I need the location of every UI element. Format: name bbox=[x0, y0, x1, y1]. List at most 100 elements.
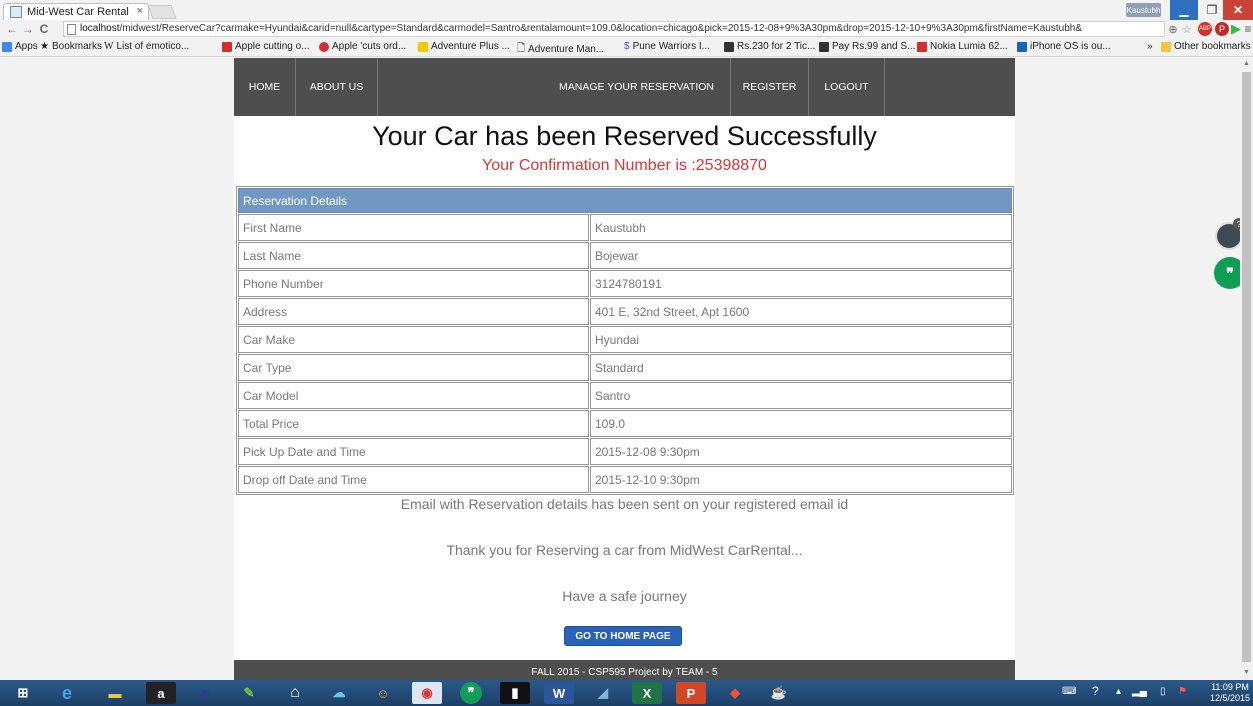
table-row: Last Name Bojewar bbox=[238, 242, 1012, 269]
row-label: Car Make bbox=[238, 326, 589, 353]
page-info-icon[interactable] bbox=[67, 24, 76, 35]
system-clock[interactable]: 11:09 PM 12/5/2015 bbox=[1208, 682, 1252, 704]
show-hidden-icons[interactable]: ▴ bbox=[1116, 686, 1121, 697]
page-title: Your Car has been Reserved Successfully bbox=[372, 121, 877, 151]
star-bookmark-icon[interactable]: ☆ bbox=[1180, 22, 1194, 36]
chevron-more-icon: » bbox=[1147, 41, 1153, 52]
bookmark-rs230[interactable]: Rs.230 for 2 Tic... bbox=[724, 41, 815, 52]
bookmark-apple-cutting[interactable]: Apple cutting o... bbox=[222, 41, 310, 52]
row-value: 3124780191 bbox=[590, 270, 1012, 297]
maximize-icon[interactable]: ❐ bbox=[1198, 0, 1226, 20]
table-row: Car Model Santro bbox=[238, 382, 1012, 409]
row-value: 109.0 bbox=[590, 410, 1012, 437]
scroll-thumb[interactable] bbox=[1242, 72, 1251, 662]
star-icon: ★ bbox=[40, 41, 49, 52]
close-window-icon[interactable]: ✕ bbox=[1223, 0, 1253, 20]
row-label: Total Price bbox=[238, 410, 589, 437]
bookmark-label: Rs.230 for 2 Tic... bbox=[737, 41, 816, 52]
deal-site-icon bbox=[724, 41, 734, 52]
scroll-up-icon[interactable]: ▲ bbox=[1243, 60, 1250, 67]
hangouts-taskbar-icon[interactable]: ❞ bbox=[460, 682, 482, 704]
bookmark-pune-warriors[interactable]: $ Pune Warriors I... bbox=[624, 41, 710, 52]
bookmark-label: Adventure Plus ... bbox=[431, 41, 510, 52]
table-header: Reservation Details bbox=[238, 188, 1012, 213]
row-value: Hyundai bbox=[590, 326, 1012, 353]
weather-app-icon[interactable]: ☁ bbox=[324, 682, 354, 704]
people-app-icon[interactable]: ☺ bbox=[368, 682, 398, 704]
nav-register[interactable]: REGISTER bbox=[731, 58, 809, 116]
battery-icon[interactable]: ▯ bbox=[1160, 686, 1166, 697]
minimize-icon[interactable]: ▁ bbox=[1170, 0, 1198, 20]
keyboard-icon[interactable]: ⌨ bbox=[1062, 686, 1076, 697]
bookmark-adventure-man[interactable]: 🗋 Adventure Man... bbox=[517, 41, 604, 58]
clock-time: 11:09 PM bbox=[1211, 682, 1249, 692]
more-bookmarks-button[interactable]: » bbox=[1147, 41, 1153, 52]
site-nav: HOME ABOUT US MANAGE YOUR RESERVATION RE… bbox=[234, 58, 1015, 116]
scroll-down-icon[interactable]: ▼ bbox=[1243, 669, 1250, 676]
url-host: localhost bbox=[80, 23, 120, 34]
row-value: 401 E, 32nd Street, Apt 1600 bbox=[590, 298, 1012, 325]
bookmark-apple-cuts[interactable]: Apple 'cuts ord... bbox=[319, 41, 406, 52]
bookmark-label: Bookmarks bbox=[51, 41, 102, 52]
back-arrow-icon[interactable]: ← bbox=[4, 22, 20, 36]
table-row: Car Type Standard bbox=[238, 354, 1012, 381]
url-bar[interactable]: localhost/midwest/ReserveCar?carmake=Hyu… bbox=[63, 21, 1165, 37]
news-site-icon bbox=[222, 41, 232, 52]
home-app-icon[interactable]: ⌂ bbox=[280, 682, 310, 704]
word-icon[interactable]: W bbox=[544, 682, 574, 704]
network-signal-icon[interactable]: ▂▄ bbox=[1132, 686, 1147, 697]
nav-manage-reservation[interactable]: MANAGE YOUR RESERVATION bbox=[378, 58, 731, 116]
page-viewport: HOME ABOUT US MANAGE YOUR RESERVATION RE… bbox=[0, 58, 1240, 680]
chrome-icon[interactable]: ◉ bbox=[412, 682, 442, 704]
file-explorer-icon[interactable]: ▬ bbox=[100, 682, 130, 704]
excel-icon[interactable]: X bbox=[632, 682, 662, 704]
menu-icon[interactable]: ≡ bbox=[1241, 22, 1253, 36]
zoom-icon[interactable]: ⊕ bbox=[1166, 22, 1180, 36]
bookmark-label: Adventure Man... bbox=[528, 44, 605, 55]
table-row: Pick Up Date and Time 2015-12-08 9:30pm bbox=[238, 438, 1012, 465]
wikipedia-icon: W bbox=[104, 41, 114, 52]
nav-home[interactable]: HOME bbox=[234, 58, 296, 116]
eclipse-icon[interactable]: ● bbox=[190, 682, 220, 704]
bookmark-label: Pune Warriors I... bbox=[632, 41, 710, 52]
internet-explorer-icon[interactable]: e bbox=[52, 682, 82, 704]
row-label: Last Name bbox=[238, 242, 589, 269]
nav-logout[interactable]: LOGOUT bbox=[809, 58, 885, 116]
vertical-scrollbar[interactable]: ▲ ▼ bbox=[1240, 58, 1253, 680]
hangouts-icon[interactable]: ❞ bbox=[1214, 257, 1240, 289]
bookmark-label: Apps bbox=[15, 41, 38, 52]
deal-site-icon bbox=[819, 41, 829, 52]
adblock-icon[interactable]: ABP bbox=[1198, 22, 1212, 36]
git-icon[interactable]: ◆ bbox=[720, 682, 750, 704]
row-value: 2015-12-10 9:30pm bbox=[590, 466, 1012, 493]
tab-close-icon[interactable]: × bbox=[137, 5, 143, 17]
bookmark-adventure-plus[interactable]: Adventure Plus ... bbox=[418, 41, 510, 52]
row-value: Standard bbox=[590, 354, 1012, 381]
profile-chip[interactable]: Kaustubh bbox=[1126, 3, 1161, 17]
reload-icon[interactable]: C bbox=[36, 22, 52, 36]
bookmark-nokia-lumia[interactable]: Nokia Lumia 62... bbox=[917, 41, 1008, 52]
help-tray-icon[interactable]: ? bbox=[1092, 684, 1099, 698]
java-icon[interactable]: ☕ bbox=[764, 682, 794, 704]
bookmark-emoticons[interactable]: W List of emotico... bbox=[104, 41, 189, 52]
bookmark-iphone-os[interactable]: iPhone OS is ou... bbox=[1017, 41, 1111, 52]
onenote-icon[interactable]: ◢ bbox=[588, 682, 618, 704]
new-tab-button[interactable] bbox=[147, 5, 177, 19]
bookmark-apps[interactable]: Apps bbox=[2, 41, 38, 52]
help-badge-icon[interactable]: ? bbox=[1233, 218, 1240, 230]
other-bookmarks-folder[interactable]: Other bookmarks bbox=[1161, 41, 1251, 52]
terminal-icon[interactable]: ▮ bbox=[500, 682, 530, 704]
browser-tab[interactable]: Mid-West Car Rental × bbox=[3, 3, 149, 20]
bookmark-bookmarks[interactable]: ★ Bookmarks bbox=[40, 41, 102, 52]
go-to-home-button[interactable]: GO TO HOME PAGE bbox=[564, 626, 682, 646]
bookmark-pay-rs99[interactable]: Pay Rs.99 and S... bbox=[819, 41, 915, 52]
pinterest-icon[interactable]: P bbox=[1215, 22, 1229, 36]
bookmarks-bar: Apps ★ Bookmarks W List of emotico... Appl… bbox=[0, 38, 1253, 57]
powerpoint-icon[interactable]: P bbox=[676, 682, 706, 704]
notepad-icon[interactable]: ✎ bbox=[234, 682, 264, 704]
action-center-icon[interactable]: ⚑ bbox=[1178, 686, 1187, 697]
amazon-icon[interactable]: a bbox=[146, 682, 176, 704]
nav-about-us[interactable]: ABOUT US bbox=[296, 58, 378, 116]
forward-arrow-icon[interactable]: → bbox=[20, 22, 36, 36]
windows-start-icon[interactable]: ⊞ bbox=[8, 682, 38, 704]
